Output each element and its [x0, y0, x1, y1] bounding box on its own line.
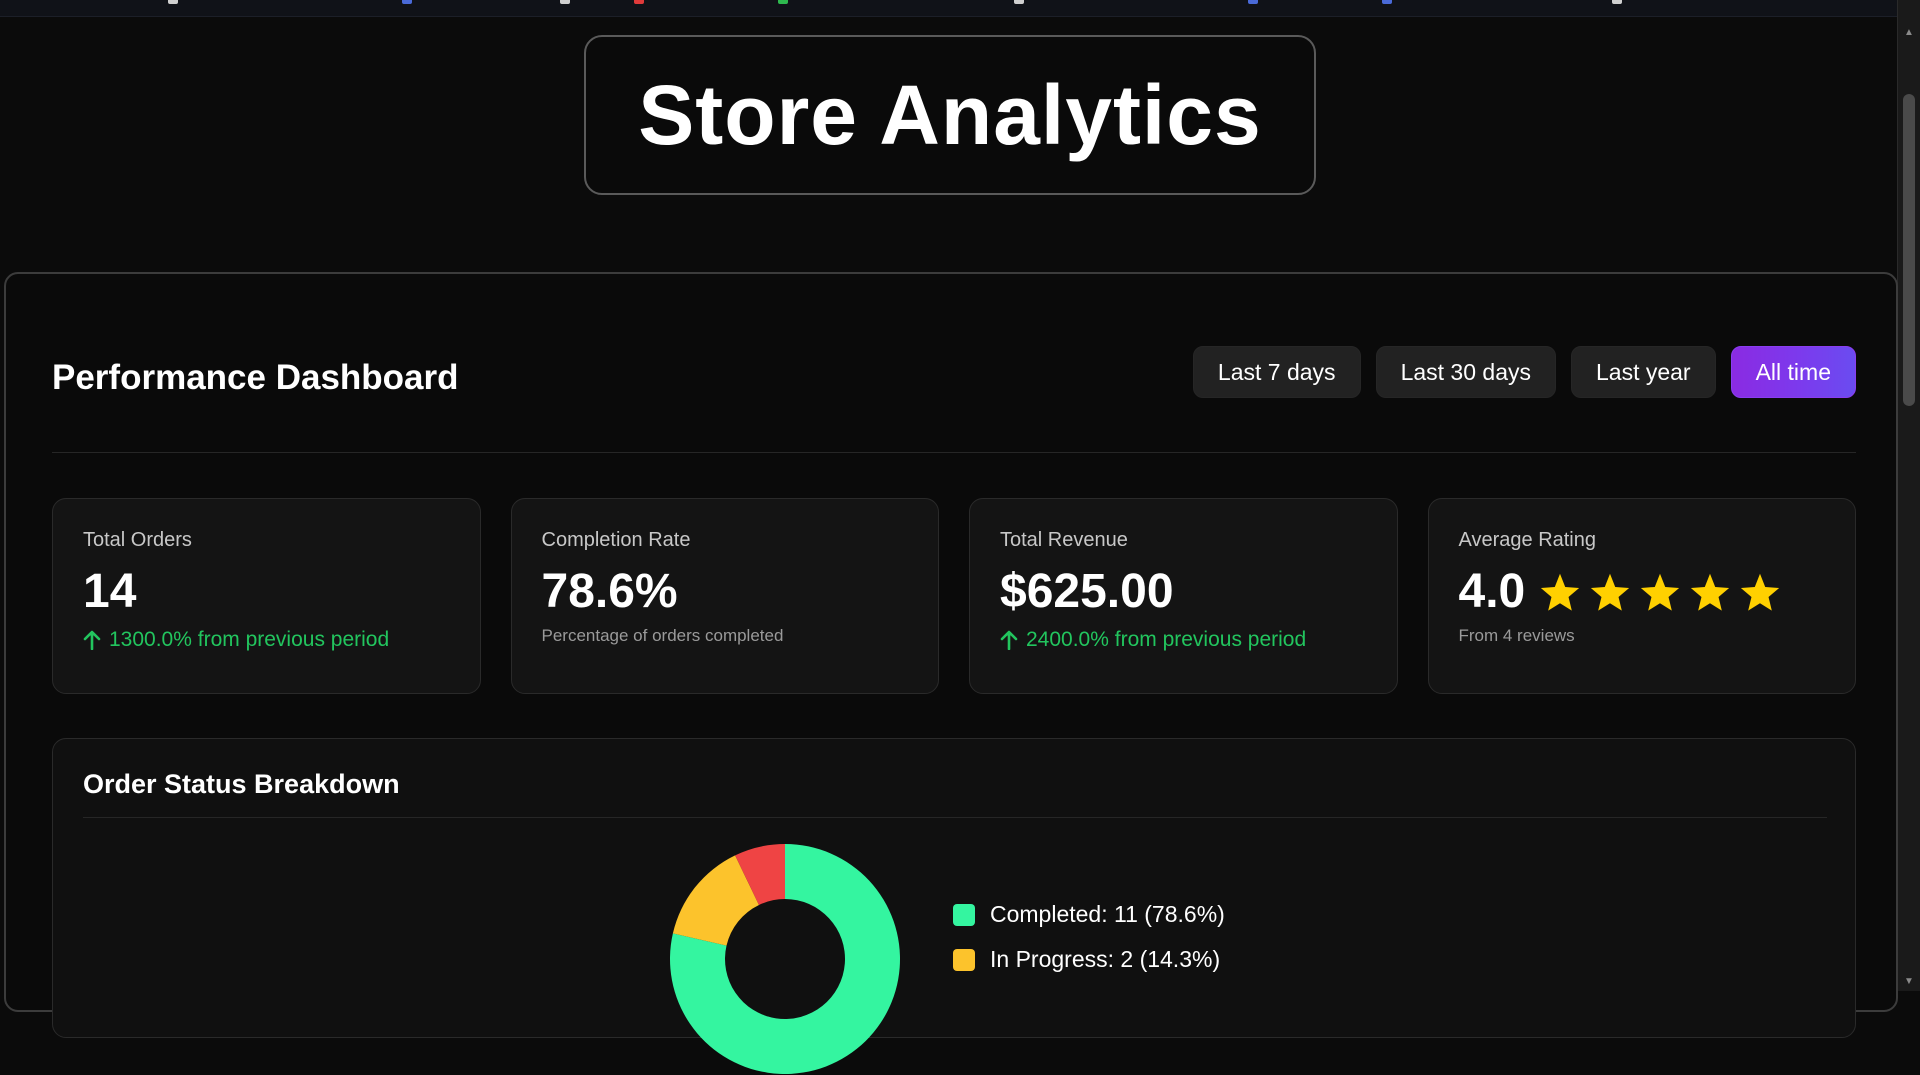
order-status-donut-chart — [670, 844, 900, 1074]
scroll-down-arrow-icon[interactable]: ▼ — [1898, 973, 1920, 991]
range-last-year-button[interactable]: Last year — [1570, 346, 1716, 398]
chart-legend: Completed: 11 (78.6%) In Progress: 2 (14… — [953, 901, 1225, 991]
stat-cards: Total Orders 14 1300.0% from previous pe… — [52, 498, 1856, 694]
star-icon — [1739, 572, 1781, 612]
tab-indicator — [402, 0, 412, 4]
card-label: Completion Rate — [541, 529, 691, 551]
card-value: $625.00 — [1000, 565, 1174, 618]
arrow-up-icon — [1000, 630, 1018, 650]
legend-label: In Progress: 2 (14.3%) — [990, 946, 1221, 972]
card-label: Total Orders — [83, 529, 192, 551]
card-description: Percentage of orders completed — [541, 626, 784, 645]
completion-rate-card: Completion Rate 78.6% Percentage of orde… — [510, 498, 939, 694]
dashboard-header: Performance Dashboard Last 7 days Last 3… — [52, 346, 1856, 426]
range-last-30-days-button[interactable]: Last 30 days — [1375, 346, 1556, 398]
star-icon — [1589, 572, 1631, 612]
page-scrollbar[interactable]: ▲ ▼ — [1897, 0, 1920, 991]
card-value: 78.6% — [541, 565, 678, 618]
range-all-time-button[interactable]: All time — [1730, 346, 1856, 398]
arrow-up-icon — [83, 630, 101, 650]
order-status-breakdown: Order Status Breakdown Completed: 11 (78… — [52, 738, 1856, 1074]
star-icon — [1689, 572, 1731, 612]
change-indicator: 1300.0% from previous period — [83, 628, 450, 652]
average-rating-card: Average Rating 4.0 From 4 reviews — [1427, 498, 1856, 694]
tab-indicator — [634, 0, 644, 4]
change-indicator: 2400.0% from previous period — [1000, 628, 1367, 652]
card-value: 4.0 — [1458, 565, 1526, 618]
tab-indicator — [1248, 0, 1258, 4]
browser-top-strip — [0, 0, 1898, 17]
legend-item-in-progress: In Progress: 2 (14.3%) — [953, 946, 1225, 973]
change-text: 1300.0% from previous period — [109, 628, 390, 651]
dashboard-title: Performance Dashboard — [52, 358, 459, 397]
range-last-7-days-button[interactable]: Last 7 days — [1192, 346, 1361, 398]
dashboard-panel: Performance Dashboard Last 7 days Last 3… — [4, 272, 1898, 1074]
legend-label: Completed: 11 (78.6%) — [990, 901, 1225, 927]
tab-indicator — [1382, 0, 1392, 4]
page-title: Store Analytics — [638, 67, 1262, 162]
legend-item-completed: Completed: 11 (78.6%) — [953, 901, 1225, 928]
total-orders-card: Total Orders 14 1300.0% from previous pe… — [52, 498, 481, 694]
tab-indicator — [778, 0, 788, 4]
tab-indicator — [1014, 0, 1024, 4]
tab-indicator — [560, 0, 570, 4]
rating-row: 4.0 — [1459, 566, 1826, 618]
hero-title-box: Store Analytics — [584, 35, 1316, 195]
change-text: 2400.0% from previous period — [1026, 628, 1307, 651]
card-value: 14 — [83, 565, 137, 618]
legend-swatch — [953, 903, 975, 926]
tab-indicator — [1612, 0, 1622, 4]
header-divider — [52, 452, 1856, 453]
section-divider — [83, 817, 1827, 818]
total-revenue-card: Total Revenue $625.00 2400.0% from previ… — [969, 498, 1398, 694]
review-count: From 4 reviews — [1458, 626, 1575, 645]
tab-indicator — [168, 0, 178, 4]
time-range-selector: Last 7 days Last 30 days Last year All t… — [1192, 346, 1856, 398]
scrollbar-thumb[interactable] — [1903, 94, 1915, 406]
card-label: Total Revenue — [1000, 529, 1128, 551]
legend-swatch — [953, 948, 975, 971]
section-title: Order Status Breakdown — [83, 769, 400, 799]
scroll-up-arrow-icon[interactable]: ▲ — [1898, 24, 1920, 42]
star-icon — [1539, 572, 1581, 612]
star-icon — [1639, 572, 1681, 612]
card-label: Average Rating — [1458, 529, 1597, 551]
star-rating — [1539, 572, 1781, 612]
